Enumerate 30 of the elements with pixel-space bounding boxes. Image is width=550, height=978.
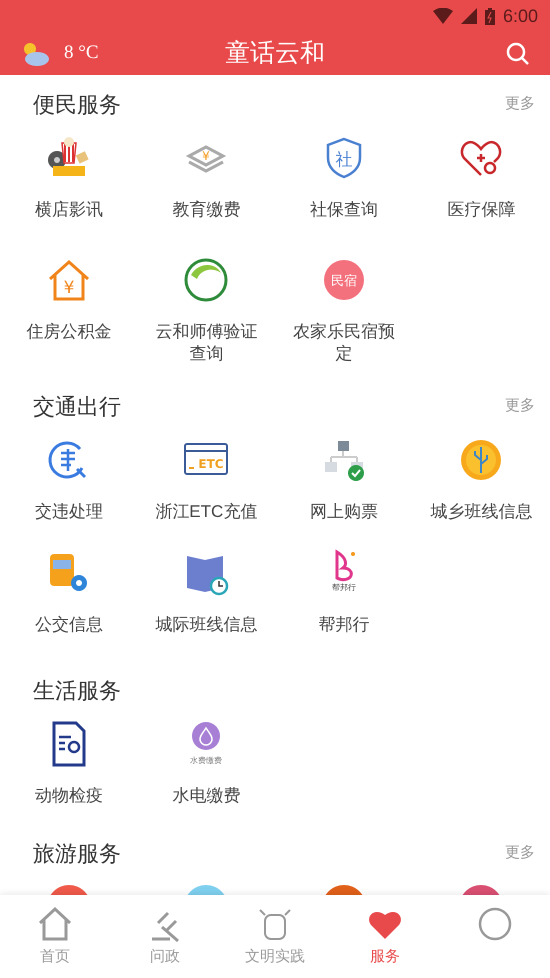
section-title: 便民服务	[33, 90, 121, 118]
service-label[interactable]: 浙江ETC充值	[145, 501, 268, 523]
status-time: 6:00	[502, 4, 538, 28]
battery-icon	[484, 8, 495, 24]
section-title: 交通出行	[33, 392, 121, 420]
service-label[interactable]: 动物检疫	[24, 785, 113, 807]
person-icon	[476, 905, 514, 943]
service-label[interactable]: 公交信息	[24, 614, 113, 636]
service-label[interactable]: 医疗保障	[437, 199, 526, 221]
service-label[interactable]: 横店影讯	[24, 199, 113, 221]
service-label[interactable]: 交违处理	[24, 501, 113, 523]
service-label[interactable]: 水电缴费	[162, 785, 250, 807]
service-label[interactable]: 教育缴费	[162, 199, 250, 221]
service-label[interactable]: 城乡班线信息	[420, 501, 542, 523]
home-icon	[36, 905, 74, 943]
section-title: 旅游服务	[33, 840, 121, 868]
service-label[interactable]: 云和师傅验证查询	[138, 321, 275, 365]
service-label[interactable]: 帮邦行	[308, 614, 380, 636]
app-title: 童话云和	[225, 38, 325, 69]
service-label[interactable]: 社保查询	[300, 199, 388, 221]
service-label[interactable]: 城际班线信息	[145, 614, 268, 636]
temperature: 8 °C	[64, 41, 99, 66]
search-icon[interactable]	[506, 42, 530, 66]
signal-icon	[460, 8, 477, 24]
service-label[interactable]: 农家乐民宿预定	[275, 321, 412, 365]
nav-tab[interactable]: 服务	[330, 895, 440, 978]
section-title: 生活服务	[33, 676, 121, 704]
wifi-icon	[432, 8, 453, 24]
service-label[interactable]: 网上购票	[300, 501, 388, 523]
service-label[interactable]: 住房公积金	[16, 321, 122, 343]
